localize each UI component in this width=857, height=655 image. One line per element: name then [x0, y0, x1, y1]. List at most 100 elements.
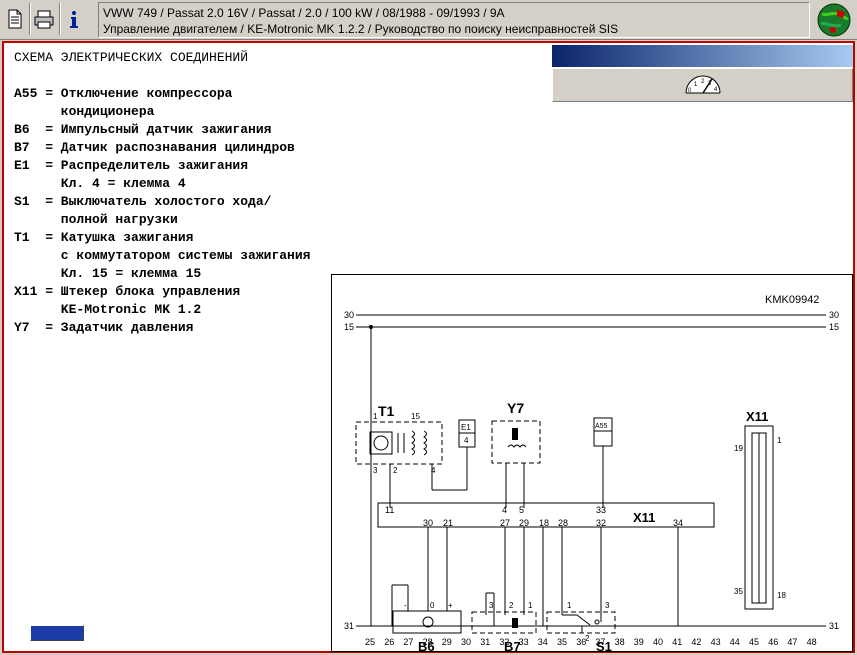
s1-pin: 3 [605, 601, 610, 610]
diagram-code: KMK09942 [765, 294, 819, 306]
legend-line: E1 = Распределитель зажигания [14, 158, 249, 173]
vehicle-title: VWW 749 / Passat 2.0 16V / Passat / 2.0 … [103, 6, 505, 20]
x11-pin: 18 [539, 518, 549, 528]
legend-line: B7 = Датчик распознавания цилиндров [14, 140, 295, 155]
label-a55: A55 [595, 423, 608, 430]
status-button[interactable] [30, 625, 84, 641]
y7-box [491, 420, 541, 464]
label-y7: Y7 [507, 400, 524, 416]
terminal-number: 25 [365, 637, 375, 647]
b7-pin: 2 [509, 601, 514, 610]
label-x11-connector: X11 [746, 409, 768, 424]
terminal-number: 44 [730, 637, 740, 647]
rail-label-30: 30 [829, 310, 839, 320]
terminal-number: 39 [634, 637, 644, 647]
x11-pin: 21 [443, 518, 453, 528]
t1-pin: 3 [373, 466, 378, 475]
terminal-number: 31 [480, 637, 490, 647]
label-t1: T1 [378, 403, 395, 419]
legend-line: T1 = Катушка зажигания [14, 230, 194, 245]
terminal-number: 29 [442, 637, 452, 647]
x11-pin: 34 [673, 518, 683, 528]
x11-pin: 11 [385, 505, 394, 515]
terminal-number: 30 [461, 637, 471, 647]
terminal-number: 38 [615, 637, 625, 647]
t1-box [355, 421, 443, 465]
b7-box [471, 611, 537, 634]
legend-line: полной нагрузки [14, 212, 178, 227]
connector-pin: 1 [777, 436, 782, 445]
legend-line: KE-Motronic MK 1.2 [14, 302, 202, 317]
terminal-number: 36 [576, 637, 586, 647]
rail-label-15: 15 [829, 322, 839, 332]
b6-box [392, 610, 462, 634]
terminal-number: 35 [557, 637, 567, 647]
terminal-number: 28 [423, 637, 433, 647]
terminal-number: 48 [807, 637, 817, 647]
toolbar: VWW 749 / Passat 2.0 16V / Passat / 2.0 … [0, 0, 857, 40]
x11-pin: 33 [596, 505, 606, 515]
terminal-number: 42 [691, 637, 701, 647]
e1-pin: 4 [464, 436, 469, 445]
gauge-icon: 0 1 2 3 4 [685, 75, 720, 94]
t1-pin: 1 [373, 412, 378, 421]
b6-sign: - [404, 601, 407, 610]
s1-box [546, 611, 616, 634]
connector-pin: 19 [734, 444, 743, 453]
x11-pin: 32 [596, 518, 606, 528]
print-icon[interactable] [31, 3, 57, 35]
main-frame: СХЕМА ЭЛЕКТРИЧЕСКИХ СОЕДИНЕНИЙ A55 = Отк… [2, 41, 855, 653]
b6-sign: + [448, 601, 453, 610]
terminal-number: 34 [538, 637, 548, 647]
b7-pin: 1 [528, 601, 533, 610]
legend-line [14, 67, 310, 85]
x11-pin: 29 [519, 518, 529, 528]
t1-pin: 2 [393, 466, 398, 475]
x11-pin: 30 [423, 518, 433, 528]
terminal-number: 43 [711, 637, 721, 647]
measure-panel: 0 1 2 3 4 [552, 45, 853, 103]
label-x11-module: X11 [633, 510, 655, 525]
terminal-number: 47 [787, 637, 797, 647]
legend-line: B6 = Импульсный датчик зажигания [14, 122, 272, 137]
b6-sign: 0 [430, 601, 435, 610]
legend-line: кондиционера [14, 104, 155, 119]
legend-line: Кл. 4 = клемма 4 [14, 176, 186, 191]
b7-pin: 3 [489, 601, 494, 610]
legend-heading: СХЕМА ЭЛЕКТРИЧЕСКИХ СОЕДИНЕНИЙ [14, 50, 249, 65]
legend-line: с коммутатором системы зажигания [14, 248, 311, 263]
label-e1: E1 [461, 423, 471, 432]
info-icon[interactable] [61, 3, 87, 35]
legend-line: Кл. 15 = клемма 15 [14, 266, 202, 281]
legend-line: S1 = Выключатель холостого хода/ [14, 194, 272, 209]
x11-pin: 4 [502, 505, 507, 515]
terminal-number: 45 [749, 637, 759, 647]
legend-line: A55 = Отключение компрессора [14, 86, 233, 101]
meter-button[interactable]: 0 1 2 3 4 [552, 68, 853, 102]
terminal-number: 40 [653, 637, 663, 647]
rail-label-15: 15 [344, 322, 354, 332]
t1-pin: 15 [411, 412, 420, 421]
globe-logo-icon [815, 2, 853, 38]
panel-titlebar [552, 45, 853, 67]
terminal-number: 26 [384, 637, 394, 647]
section-title: Управление двигателем / KE-Motronic MK 1… [103, 22, 619, 36]
legend-text: СХЕМА ЭЛЕКТРИЧЕСКИХ СОЕДИНЕНИЙ A55 = Отк… [14, 49, 310, 337]
connector-pin: 18 [777, 591, 786, 600]
terminal-number: 33 [519, 637, 529, 647]
terminal-number: 41 [672, 637, 682, 647]
rail-label-30: 30 [344, 310, 354, 320]
terminal-number: 46 [768, 637, 778, 647]
document-icon[interactable] [2, 3, 28, 35]
x11-pin: 5 [519, 505, 524, 515]
legend-line: Y7 = Задатчик давления [14, 320, 194, 335]
wiring-diagram: KMK09942 30 30 15 15 31 31 T1 1 15 3 2 4 [331, 274, 853, 652]
wiring-diagram-svg: KMK09942 30 30 15 15 31 31 T1 1 15 3 2 4 [344, 294, 839, 651]
x11-pin: 27 [500, 518, 510, 528]
terminal-number: 27 [403, 637, 413, 647]
terminal-number: 32 [499, 637, 509, 647]
title-panel: VWW 749 / Passat 2.0 16V / Passat / 2.0 … [98, 2, 810, 38]
x11-pin: 28 [558, 518, 568, 528]
legend-line: X11 = Штекер блока управления [14, 284, 241, 299]
connector-pin: 35 [734, 587, 743, 596]
